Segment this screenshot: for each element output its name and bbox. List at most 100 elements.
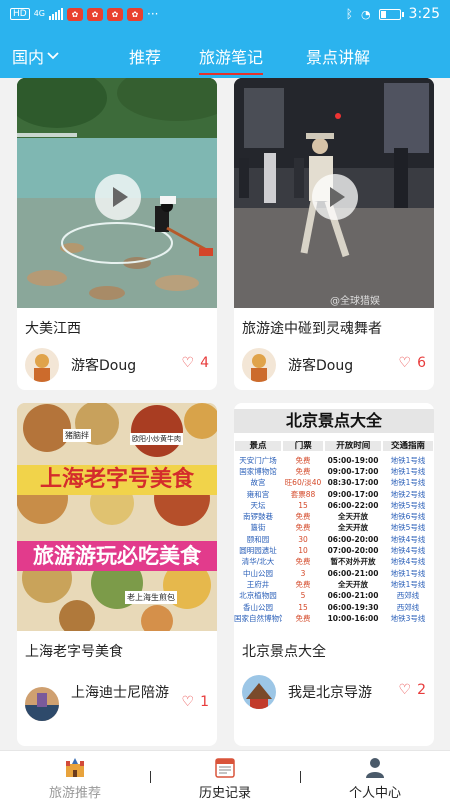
hd-badge: HD: [10, 8, 30, 20]
note-title: 旅游途中碰到灵魂舞者: [242, 321, 382, 337]
author-name: 我是北京导游: [288, 685, 372, 701]
play-button[interactable]: [95, 174, 141, 220]
table-row: 圆明园遗址 10 07:00-20:00 地铁4号线: [234, 545, 434, 556]
table-cell: 07:00-20:00: [327, 546, 379, 556]
note-card[interactable]: 北京景点大全 景点 门票 开放时间 交通指南 天安门广场 免费 05:00-19:00 地铁1…: [234, 403, 434, 746]
table-cell: 06:00-19:30: [327, 602, 379, 612]
table-cell: 30: [298, 534, 308, 544]
app-notification-icon: ✿: [67, 7, 83, 21]
video-thumbnail[interactable]: [17, 78, 217, 308]
table-cell: 免费: [295, 613, 311, 623]
app-notification-icon: ✿: [87, 7, 103, 21]
note-card[interactable]: @全球猎娱 旅游途中碰到灵魂舞者 游客Doug ♡ 6: [234, 78, 434, 390]
attractions-table: 景点 门票 开放时间 交通指南 天安门广场 免费 05:00-19:00 地铁1号线 国家博物馆…: [234, 439, 434, 624]
like-count[interactable]: ♡ 4: [182, 355, 209, 371]
table-cell: 10:00-16:00: [327, 613, 379, 623]
note-title: 上海老字号美食: [25, 644, 123, 660]
top-nav: 国内 推荐 旅游笔记 景点讲解: [0, 28, 450, 78]
note-author[interactable]: 游客Doug: [242, 348, 353, 382]
table-cell: 南锣鼓巷: [243, 512, 273, 522]
table-cell: 国家博物馆: [239, 466, 277, 476]
status-bar: HD 4G ✿ ✿ ✿ ✿ ··· ᛒ ◔ 3:25: [0, 0, 450, 28]
table-row: 天安门广场 免费 05:00-19:00 地铁1号线: [234, 455, 434, 466]
table-cell: 05:00-19:00: [327, 455, 379, 465]
user-icon: [366, 758, 384, 778]
table-header-cell: 开放时间: [325, 441, 382, 451]
note-author[interactable]: 我是北京导游: [242, 675, 372, 709]
status-left: HD 4G ✿ ✿ ✿ ✿ ···: [10, 7, 158, 21]
table-row: 故宫 旺60/淡40 08:30-17:00 地铁1号线: [234, 478, 434, 489]
like-count[interactable]: ♡ 6: [399, 355, 426, 371]
table-cell: 5: [300, 591, 306, 601]
signal-icon: [49, 8, 63, 20]
table-cell: 套票88: [290, 489, 316, 499]
more-notifications: ···: [147, 7, 159, 21]
image-label: 老上海生煎包: [125, 591, 177, 604]
table-cell: 免费: [295, 579, 311, 589]
table-row: 香山公园 15 06:00-19:30 西郊线: [234, 602, 434, 613]
table-cell: 全天开放: [338, 579, 368, 589]
image-banner: 旅游游玩必吃美食: [17, 541, 217, 571]
tab-travel-notes[interactable]: 旅游笔记: [199, 44, 264, 75]
table-cell: 免费: [295, 523, 311, 533]
note-card[interactable]: 大美江西 游客Doug ♡ 4: [17, 78, 217, 390]
avatar: [25, 348, 59, 382]
heart-icon: ♡: [181, 694, 195, 710]
notes-feed[interactable]: 大美江西 游客Doug ♡ 4 @全球猎娱 旅游途中碰到灵魂舞者 游客Doug …: [0, 78, 450, 750]
bottom-tab-profile[interactable]: 个人中心: [300, 755, 450, 800]
bottom-tab-label: 旅游推荐: [48, 786, 101, 800]
table-row: 王府井 免费 全天开放 地铁1号线: [234, 579, 434, 590]
table-cell: 09:00-17:00: [327, 489, 379, 499]
table-cell: 08:30-17:00: [327, 478, 379, 488]
network-label: 4G: [33, 9, 45, 18]
status-right: ᛒ ◔ 3:25: [346, 6, 440, 22]
author-name: 游客Doug: [288, 358, 354, 374]
calendar-icon: [215, 758, 235, 778]
like-count[interactable]: ♡ 1: [182, 694, 209, 710]
table-cell: 地铁1号线: [390, 579, 426, 589]
tab-attraction-guide[interactable]: 景点讲解: [306, 44, 370, 68]
table-cell: 免费: [295, 466, 311, 476]
bottom-tab-history[interactable]: 历史记录: [150, 755, 300, 800]
table-cell: 故宫: [250, 478, 266, 488]
image-thumbnail[interactable]: 北京景点大全 景点 门票 开放时间 交通指南 天安门广场 免费 05:00-19:00 地铁1…: [234, 403, 434, 631]
author-name[interactable]: 上海迪士尼陪游: [71, 679, 181, 707]
table-cell: 免费: [295, 455, 311, 465]
app-notification-icon: ✿: [127, 7, 143, 21]
table-cell: 06:00-21:00: [327, 591, 379, 601]
image-thumbnail[interactable]: 猪脑拌 欧阳小炒黄牛肉 上海老字号美食 旅游游玩必吃美食 老上海生煎包: [17, 403, 217, 631]
app-notification-icon: ✿: [107, 7, 123, 21]
table-cell: 3: [300, 568, 306, 578]
table-cell: 西郊线: [396, 591, 420, 601]
table-cell: 天安门广场: [239, 455, 277, 465]
table-row: 天坛 15 06:00-22:00 地铁5号线: [234, 500, 434, 511]
note-author[interactable]: 游客Doug: [25, 348, 136, 382]
table-row: 簋街 免费 全天开放 地铁5号线: [234, 523, 434, 534]
avatar[interactable]: [25, 687, 59, 721]
avatar: [242, 348, 276, 382]
like-count[interactable]: ♡ 2: [399, 682, 426, 698]
image-label: 猪脑拌: [63, 429, 91, 442]
heart-icon: ♡: [398, 682, 412, 698]
bottom-tab-travel-recommend[interactable]: 旅游推荐: [0, 755, 150, 800]
table-cell: 09:00-17:00: [327, 466, 379, 476]
table-cell: 地铁4号线: [390, 557, 426, 567]
table-header-cell: 景点: [235, 441, 282, 451]
region-selector[interactable]: 国内: [12, 44, 60, 68]
table-cell: 免费: [295, 512, 311, 522]
play-button[interactable]: [312, 174, 358, 220]
video-watermark: @全球猎娱: [330, 296, 380, 307]
chevron-down-icon: [47, 52, 59, 60]
note-card[interactable]: 猪脑拌 欧阳小炒黄牛肉 上海老字号美食 旅游游玩必吃美食 老上海生煎包 上海老字…: [17, 403, 217, 746]
table-cell: 雍和宫: [246, 489, 270, 499]
table-cell: 王府井: [246, 579, 270, 589]
table-cell: 15: [298, 602, 308, 612]
table-cell: 天坛: [250, 500, 266, 510]
table-row: 南锣鼓巷 免费 全天开放 地铁6号线: [234, 511, 434, 522]
table-cell: 北京植物园: [239, 591, 277, 601]
table-cell: 簋街: [250, 523, 266, 533]
like-number: 6: [417, 355, 426, 371]
table-cell: 地铁1号线: [390, 478, 426, 488]
tab-recommend[interactable]: 推荐: [129, 44, 161, 68]
video-thumbnail[interactable]: @全球猎娱: [234, 78, 434, 308]
